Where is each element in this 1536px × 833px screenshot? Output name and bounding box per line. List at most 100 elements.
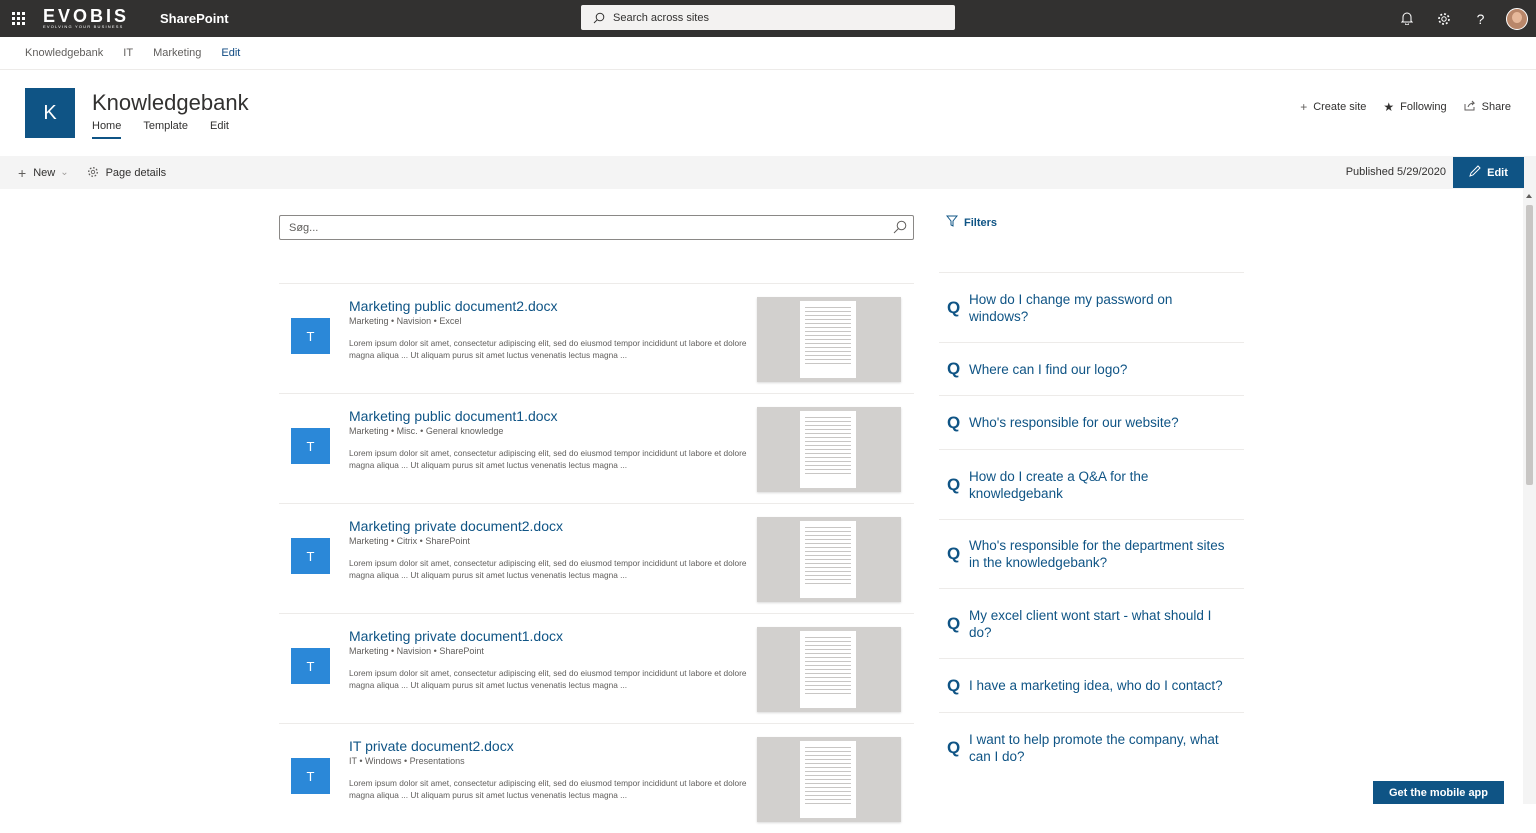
- list-item[interactable]: T Marketing private document2.docx Marke…: [279, 503, 914, 613]
- share-icon: [1464, 100, 1476, 114]
- result-title-link[interactable]: IT private document2.docx: [349, 738, 514, 754]
- scrollbar-thumb[interactable]: [1526, 205, 1533, 485]
- faq-q-icon: Q: [947, 675, 961, 695]
- faq-item[interactable]: Q How do I change my password on windows…: [939, 272, 1244, 342]
- scroll-up-arrow-icon[interactable]: [1526, 194, 1532, 198]
- page-scrollbar[interactable]: [1523, 189, 1536, 804]
- chevron-down-icon: ⌄: [60, 167, 69, 178]
- faq-q-icon: Q: [947, 474, 961, 494]
- faq-question-link[interactable]: Who's responsible for the department sit…: [969, 537, 1234, 571]
- hub-navigation: Knowledgebank IT Marketing Edit: [0, 37, 1536, 70]
- filter-funnel-icon: [945, 215, 959, 230]
- result-tags: Marketing • Navision • SharePoint: [349, 646, 484, 656]
- faq-list: Q How do I change my password on windows…: [939, 272, 1244, 782]
- brand-name: EVOBIS: [43, 5, 130, 26]
- document-thumbnail[interactable]: [757, 407, 901, 492]
- faq-question-link[interactable]: I want to help promote the company, what…: [969, 731, 1234, 765]
- document-thumbnail[interactable]: [757, 297, 901, 382]
- global-search-placeholder: Search across sites: [613, 11, 709, 24]
- page-details-button[interactable]: Page details: [87, 165, 167, 181]
- create-site-label: Create site: [1313, 101, 1367, 113]
- result-description: Lorem ipsum dolor sit amet, consectetur …: [349, 448, 747, 470]
- faq-question-link[interactable]: How do I change my password on windows?: [969, 291, 1234, 325]
- faq-item[interactable]: Q Where can I find our logo?: [939, 342, 1244, 395]
- edit-page-button[interactable]: Edit: [1453, 157, 1524, 188]
- faq-question-link[interactable]: My excel client wont start - what should…: [969, 607, 1234, 641]
- faq-question-link[interactable]: Who's responsible for our website?: [969, 414, 1234, 431]
- list-item[interactable]: T Marketing private document1.docx Marke…: [279, 613, 914, 723]
- document-thumbnail[interactable]: [757, 737, 901, 822]
- gear-icon: [87, 165, 99, 181]
- document-thumbnail[interactable]: [757, 517, 901, 602]
- faq-question-link[interactable]: I have a marketing idea, who do I contac…: [969, 677, 1234, 694]
- hub-nav-it[interactable]: IT: [123, 47, 133, 59]
- result-tags: Marketing • Misc. • General knowledge: [349, 426, 504, 436]
- search-input[interactable]: Søg...: [279, 215, 914, 240]
- star-icon: ★: [1383, 100, 1395, 114]
- hub-nav-knowledgebank[interactable]: Knowledgebank: [25, 47, 103, 59]
- faq-item[interactable]: Q My excel client wont start - what shou…: [939, 588, 1244, 658]
- suite-bar: EVOBIS EVOLVING YOUR BUSINESS SharePoint…: [0, 0, 1536, 37]
- page-details-label: Page details: [105, 166, 167, 179]
- get-mobile-app-button[interactable]: Get the mobile app: [1373, 781, 1504, 804]
- search-icon[interactable]: [893, 220, 907, 237]
- site-navigation: Home Template Edit: [92, 120, 251, 139]
- result-title-link[interactable]: Marketing private document2.docx: [349, 518, 563, 534]
- brand-logo[interactable]: EVOBIS EVOLVING YOUR BUSINESS: [43, 0, 133, 37]
- document-thumbnail[interactable]: [757, 627, 901, 712]
- published-status: Published 5/29/2020: [1345, 166, 1446, 178]
- app-name[interactable]: SharePoint: [160, 11, 229, 26]
- hub-nav-marketing[interactable]: Marketing: [153, 47, 201, 59]
- edit-page-label: Edit: [1487, 166, 1508, 179]
- faq-item[interactable]: Q I have a marketing idea, who do I cont…: [939, 658, 1244, 712]
- share-button[interactable]: Share: [1464, 100, 1511, 114]
- search-placeholder: Søg...: [289, 221, 319, 234]
- result-title-link[interactable]: Marketing public document2.docx: [349, 298, 558, 314]
- site-header: K Knowledgebank Home Template Edit + Cre…: [0, 70, 1536, 156]
- settings-gear-icon[interactable]: [1425, 0, 1462, 37]
- faq-question-link[interactable]: Where can I find our logo?: [969, 361, 1234, 378]
- site-nav-edit[interactable]: Edit: [210, 120, 229, 139]
- filters-button[interactable]: Filters: [945, 215, 997, 230]
- list-item[interactable]: T Marketing public document1.docx Market…: [279, 393, 914, 503]
- site-title[interactable]: Knowledgebank: [92, 90, 249, 116]
- list-item[interactable]: T Marketing public document2.docx Market…: [279, 283, 914, 393]
- result-title-link[interactable]: Marketing public document1.docx: [349, 408, 558, 424]
- help-icon[interactable]: ?: [1462, 0, 1499, 37]
- faq-q-icon: Q: [947, 613, 961, 633]
- search-results: T Marketing public document2.docx Market…: [279, 283, 914, 833]
- following-button[interactable]: ★ Following: [1383, 100, 1446, 114]
- new-button[interactable]: + New ⌄: [18, 165, 69, 181]
- app-launcher-icon[interactable]: [0, 0, 37, 37]
- document-tile-icon: T: [291, 538, 330, 574]
- site-nav-template[interactable]: Template: [143, 120, 188, 139]
- result-description: Lorem ipsum dolor sit amet, consectetur …: [349, 668, 747, 690]
- following-label: Following: [1400, 101, 1447, 113]
- faq-q-icon: Q: [947, 359, 961, 378]
- document-tile-icon: T: [291, 318, 330, 354]
- result-description: Lorem ipsum dolor sit amet, consectetur …: [349, 778, 747, 800]
- command-bar: + New ⌄ Page details Published 5/29/2020…: [0, 156, 1536, 189]
- notification-bell-icon[interactable]: [1388, 0, 1425, 37]
- faq-item[interactable]: Q Who's responsible for the department s…: [939, 519, 1244, 588]
- new-label: New: [33, 166, 56, 179]
- faq-q-icon: Q: [947, 297, 961, 317]
- faq-item[interactable]: Q Who's responsible for our website?: [939, 395, 1244, 449]
- document-tile-icon: T: [291, 648, 330, 684]
- faq-item[interactable]: Q I want to help promote the company, wh…: [939, 712, 1244, 782]
- site-nav-home[interactable]: Home: [92, 120, 122, 139]
- result-tags: Marketing • Citrix • SharePoint: [349, 536, 470, 546]
- faq-item[interactable]: Q How do I create a Q&A for the knowledg…: [939, 449, 1244, 519]
- faq-question-link[interactable]: How do I create a Q&A for the knowledgeb…: [969, 468, 1234, 502]
- plus-icon: +: [18, 164, 27, 181]
- list-item[interactable]: T IT private document2.docx IT • Windows…: [279, 723, 914, 833]
- document-tile-icon: T: [291, 758, 330, 794]
- global-search-input[interactable]: Search across sites: [581, 5, 955, 30]
- user-avatar[interactable]: [1506, 7, 1528, 30]
- create-site-button[interactable]: + Create site: [1300, 100, 1366, 114]
- result-title-link[interactable]: Marketing private document1.docx: [349, 628, 563, 644]
- hub-nav-edit-link[interactable]: Edit: [221, 47, 240, 59]
- faq-q-icon: Q: [947, 737, 961, 757]
- result-description: Lorem ipsum dolor sit amet, consectetur …: [349, 338, 747, 360]
- site-logo[interactable]: K: [25, 88, 75, 138]
